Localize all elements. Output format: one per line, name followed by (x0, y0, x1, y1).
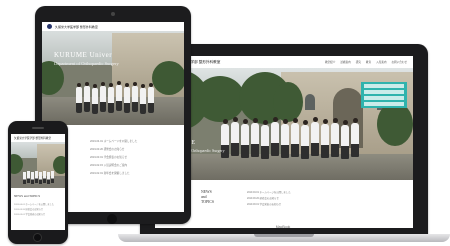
dropdown-menu[interactable] (361, 82, 407, 108)
news-list: 2019.04.01 ホームページを公開しました 2019.03.20 研修会の… (247, 190, 291, 208)
tablet-hero-title: KURUME Univer (54, 51, 113, 59)
news-item[interactable]: 2019.02.01 新年会を開催しました (90, 171, 137, 179)
phone-news-heading: NEWS and TOPICS (14, 194, 41, 198)
tablet-hero-image: KURUME Univer Department of Orthopaedic … (42, 31, 184, 125)
nav-item-clinical[interactable]: 診療案内 (340, 60, 350, 64)
laptop-brand-label: MacBook (275, 225, 291, 229)
nav-item-contact[interactable]: お問い合わせ (391, 60, 407, 64)
site-header: 久留米大学医学部 整形外科教室 教室紹介 診療案内 研究 教育 入局案内 お問い… (155, 56, 413, 68)
news-item[interactable]: 2019.03.01 学会発表のお知らせ (14, 212, 54, 217)
phone-hero-image (11, 142, 65, 188)
site-nav: 教室紹介 診療案内 研究 教育 入局案内 お問い合わせ (325, 60, 407, 64)
tablet-site-name[interactable]: 久留米大学医学部 整形外科教室 (55, 25, 98, 29)
nav-item-research[interactable]: 研究 (356, 60, 361, 64)
laptop-screen: 久留米大学医学部 整形外科教室 教室紹介 診療案内 研究 教育 入局案内 お問い… (155, 56, 413, 228)
news-heading: NEWS and TOPICS (201, 190, 215, 204)
phone-site-name[interactable]: 久留米大学医学部 整形外科教室 (14, 136, 51, 140)
logo-icon[interactable] (47, 24, 52, 29)
tablet-site-header: 久留米大学医学部 整形外科教室 (42, 22, 184, 31)
hero-image: KURUME Department of Orthopaedic Surgery (155, 68, 413, 180)
news-section: NEWS and TOPICS 2019.04.01 ホームページを公開しました… (155, 180, 413, 228)
home-button[interactable] (33, 233, 42, 242)
news-item[interactable]: 2019.03.01 学会発表のお知らせ (90, 155, 137, 163)
camera-icon (111, 12, 115, 16)
nav-item-education[interactable]: 教育 (366, 60, 371, 64)
phone-site-header: 久留米大学医学部 整形外科教室 (11, 134, 65, 142)
news-item[interactable]: 2019.02.15 入局説明会のご案内 (90, 163, 137, 171)
news-item[interactable]: 2019.03.20 研修会のお知らせ (90, 147, 137, 155)
tablet-hero-subtitle: Department of Orthopaedic Surgery (54, 61, 119, 66)
phone-screen: 久留米大学医学部 整形外科教室 NEWS and TOPICS 2019.04.… (11, 134, 65, 230)
news-item[interactable]: 2019.03.01 学会発表のお知らせ (247, 202, 291, 208)
nav-item-about[interactable]: 教室紹介 (325, 60, 335, 64)
home-button[interactable] (107, 214, 117, 224)
speaker-icon (32, 127, 44, 129)
nav-item-recruit[interactable]: 入局案内 (376, 60, 386, 64)
tablet-news-list: 2019.04.01 ホームページを公開しました 2019.03.20 研修会の… (90, 139, 137, 179)
news-item[interactable]: 2019.04.01 ホームページを公開しました (90, 139, 137, 147)
phone-news-list: 2019.04.01 ホームページを公開しました 2019.03.20 研修会の… (14, 202, 54, 217)
device-mockup-stage: 久留米大学医学部 整形外科教室 教室紹介 診療案内 研究 教育 入局案内 お問い… (0, 0, 450, 246)
